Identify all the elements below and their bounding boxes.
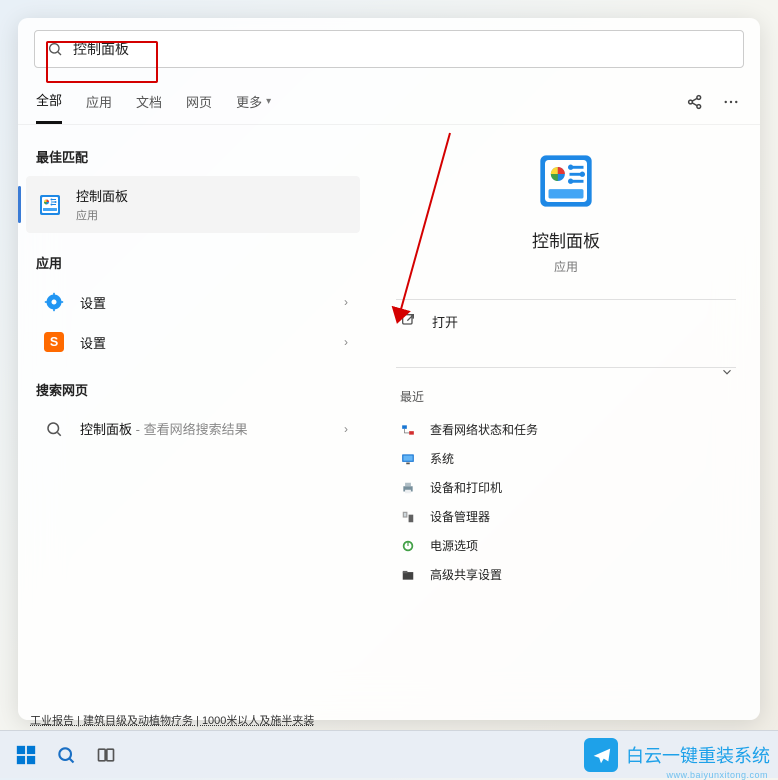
result-title: 控制面板 xyxy=(76,186,348,205)
tabs-actions xyxy=(684,91,742,123)
result-app-sogou-settings[interactable]: S 设置 › xyxy=(18,322,372,362)
recent-system[interactable]: 系统 xyxy=(396,444,736,473)
section-best-match: 最佳匹配 xyxy=(18,139,372,176)
result-suffix: - 查看网络搜索结果 xyxy=(132,422,248,437)
section-web: 搜索网页 xyxy=(18,372,372,409)
search-input[interactable] xyxy=(73,41,731,57)
tab-apps[interactable]: 应用 xyxy=(86,90,112,124)
search-icon xyxy=(47,41,63,57)
task-view-button[interactable] xyxy=(86,735,126,775)
truncated-background-text: 工业报告 | 建筑目级及动植物疗务 | 1000米以人及施半夹装 xyxy=(30,712,314,728)
more-icon[interactable] xyxy=(720,91,742,113)
result-sub: 应用 xyxy=(76,207,348,223)
action-label: 打开 xyxy=(432,312,458,331)
chevron-down-icon: ▾ xyxy=(266,96,271,107)
chevron-right-icon: › xyxy=(338,422,354,436)
result-title: 设置 xyxy=(80,293,338,312)
result-web-search[interactable]: 控制面板 - 查看网络搜索结果 › xyxy=(18,409,372,449)
result-best-control-panel[interactable]: 控制面板 应用 xyxy=(26,176,360,233)
result-title: 设置 xyxy=(80,333,338,352)
open-icon xyxy=(400,312,418,331)
tab-all[interactable]: 全部 xyxy=(36,90,62,124)
tab-web[interactable]: 网页 xyxy=(186,90,212,124)
chevron-right-icon: › xyxy=(338,295,354,309)
chevron-down-icon[interactable] xyxy=(720,365,734,384)
result-app-settings[interactable]: 设置 › xyxy=(18,282,372,322)
power-icon xyxy=(400,538,416,554)
recent-device-manager[interactable]: 设备管理器 xyxy=(396,502,736,531)
detail-title: 控制面板 xyxy=(396,227,736,252)
divider xyxy=(396,367,736,368)
detail-column: 控制面板 应用 打开 最近 查看网络状态和任务 系统 xyxy=(372,125,760,715)
section-apps: 应用 xyxy=(18,245,372,282)
sogou-icon: S xyxy=(42,330,66,354)
control-panel-icon xyxy=(538,153,594,209)
recent-label: 查看网络状态和任务 xyxy=(430,421,538,438)
recent-label: 电源选项 xyxy=(430,537,478,554)
search-panel: 全部 应用 文档 网页 更多▾ 最佳匹配 控制面板 应用 xyxy=(18,18,760,720)
watermark-icon xyxy=(584,738,618,772)
monitor-icon xyxy=(400,451,416,467)
control-panel-icon xyxy=(38,193,62,217)
action-open[interactable]: 打开 xyxy=(396,300,736,343)
search-icon xyxy=(42,417,66,441)
search-box[interactable] xyxy=(34,30,744,68)
recent-devices-printers[interactable]: 设备和打印机 xyxy=(396,473,736,502)
recent-power-options[interactable]: 电源选项 xyxy=(396,531,736,560)
recent-advanced-sharing[interactable]: 高级共享设置 xyxy=(396,560,736,589)
tab-more[interactable]: 更多▾ xyxy=(236,90,271,124)
taskbar-search-button[interactable] xyxy=(46,735,86,775)
result-title: 控制面板 xyxy=(80,422,132,437)
network-icon xyxy=(400,422,416,438)
tab-docs[interactable]: 文档 xyxy=(136,90,162,124)
chevron-right-icon: › xyxy=(338,335,354,349)
recent-label: 设备管理器 xyxy=(430,508,490,525)
detail-sub: 应用 xyxy=(396,258,736,275)
recent-network-status[interactable]: 查看网络状态和任务 xyxy=(396,415,736,444)
detail-icon-wrap xyxy=(396,153,736,209)
start-button[interactable] xyxy=(6,735,46,775)
results-column: 最佳匹配 控制面板 应用 应用 设置 › S xyxy=(18,125,372,715)
watermark-text: 白云一键重装系统 xyxy=(626,742,770,768)
svg-text:S: S xyxy=(50,335,58,349)
tabs: 全部 应用 文档 网页 更多▾ xyxy=(36,90,684,124)
printer-icon xyxy=(400,480,416,496)
tabs-row: 全部 应用 文档 网页 更多▾ xyxy=(18,76,760,125)
recent-label: 高级共享设置 xyxy=(430,566,502,583)
recent-label: 设备和打印机 xyxy=(430,479,502,496)
gear-icon xyxy=(42,290,66,314)
share-icon[interactable] xyxy=(684,91,706,113)
content: 最佳匹配 控制面板 应用 应用 设置 › S xyxy=(18,125,760,715)
search-bar-wrap xyxy=(18,18,760,76)
recent-header: 最近 xyxy=(400,388,736,405)
watermark: 白云一键重装系统 www.baiyunxitong.com xyxy=(584,738,770,772)
watermark-url: www.baiyunxitong.com xyxy=(666,770,768,780)
recent-label: 系统 xyxy=(430,450,454,467)
folder-icon xyxy=(400,567,416,583)
result-text: 控制面板 应用 xyxy=(76,186,348,223)
device-manager-icon xyxy=(400,509,416,525)
